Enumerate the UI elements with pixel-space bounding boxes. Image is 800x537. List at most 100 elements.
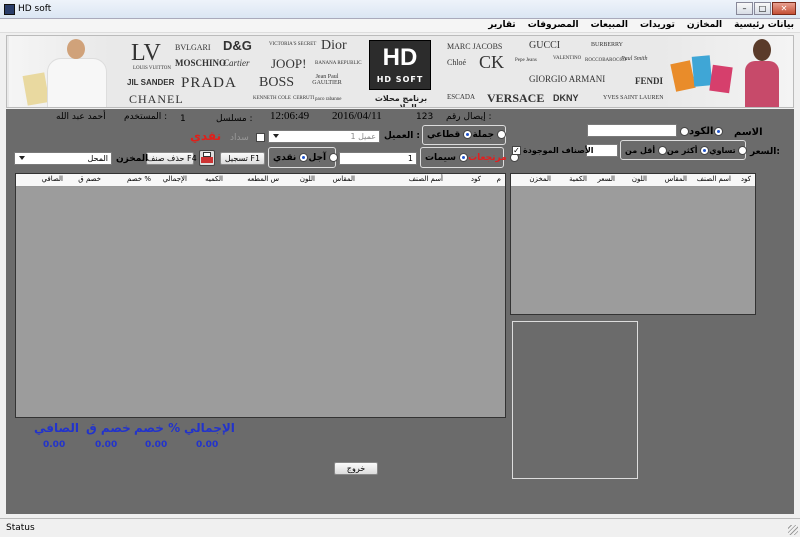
- quantity-input[interactable]: 1: [339, 152, 417, 165]
- chevron-down-icon: [19, 156, 25, 160]
- brand-pepe-jeans: Pepe Jeans: [515, 58, 537, 63]
- less-than-radio[interactable]: [657, 145, 667, 155]
- payment-cash[interactable]: نقدي: [273, 152, 309, 163]
- item-image-preview: [512, 321, 638, 479]
- menu-stores[interactable]: المخازن: [687, 20, 722, 30]
- payment-credit[interactable]: آجل: [308, 152, 339, 163]
- search-by-code-radio[interactable]: [714, 127, 723, 136]
- total-label: الإجمالي: [184, 421, 235, 435]
- hd-soft-logo: HD HD SOFT: [369, 40, 431, 90]
- col-total[interactable]: الإجمالي: [163, 175, 187, 183]
- price-compare-group: أقل من أكثر من تساوي: [620, 140, 748, 160]
- paid-label: سداد: [230, 133, 249, 143]
- search-results-table[interactable]: كود اسم الصنف المقاس اللون السعر الكمية …: [510, 173, 756, 315]
- col-discount-val[interactable]: خصم ق: [78, 175, 101, 183]
- store-combo[interactable]: المحل: [14, 152, 112, 165]
- col-number[interactable]: م: [497, 175, 501, 183]
- brand-bvlgari: BVLGARI: [175, 43, 211, 52]
- invoice-label: إيصال رقم :: [446, 112, 492, 122]
- window-title: HD soft: [18, 4, 52, 14]
- exit-button[interactable]: خروج: [334, 462, 378, 475]
- brand-fendi: FENDI: [635, 76, 664, 86]
- brand-escada: ESCADA: [447, 93, 476, 101]
- payment-group: نقدي آجل: [268, 147, 339, 168]
- search-results-header: كود اسم الصنف المقاس اللون السعر الكمية …: [511, 174, 755, 187]
- price-more-than[interactable]: أكثر من: [667, 145, 710, 155]
- net-value: 0.00: [43, 440, 66, 450]
- menu-reports[interactable]: تقارير: [488, 20, 515, 30]
- side-col-store[interactable]: المخزن: [529, 175, 551, 183]
- menu-sales[interactable]: المبيعات: [591, 20, 628, 30]
- side-col-price[interactable]: السعر: [597, 175, 615, 183]
- price-less-than[interactable]: أقل من: [625, 145, 667, 155]
- printer-icon[interactable]: [199, 150, 215, 166]
- register-button[interactable]: تسجيل F1: [220, 152, 265, 165]
- serial-number: 1: [180, 114, 186, 124]
- menu-supplies[interactable]: توريدات: [640, 20, 675, 30]
- minimize-button[interactable]: –: [736, 2, 753, 15]
- side-col-qty[interactable]: الكمية: [569, 175, 587, 183]
- category-group: سيمات مرتجعات: [420, 147, 519, 168]
- cash-indicator: نقدي: [190, 129, 222, 143]
- maximize-button[interactable]: □: [754, 2, 771, 15]
- brand-banana-republic: BANANA REPUBLIC: [315, 61, 362, 66]
- brand-jil-sander: JIL SANDER: [127, 78, 175, 87]
- col-price[interactable]: س المطعه: [247, 175, 279, 183]
- side-col-color[interactable]: اللون: [632, 175, 647, 183]
- side-col-code[interactable]: كود: [741, 175, 751, 183]
- date-display: 2016/04/11: [332, 110, 382, 122]
- close-button[interactable]: ✕: [772, 2, 796, 15]
- credit-radio[interactable]: [329, 152, 339, 162]
- total-value: 0.00: [196, 440, 219, 450]
- brand-kenneth-cole: KENNETH COLE: [253, 96, 291, 101]
- cash-radio[interactable]: [299, 152, 309, 162]
- shopper-woman-image: [663, 36, 793, 107]
- col-net[interactable]: الصافي: [42, 175, 63, 183]
- sale-type-wholesale[interactable]: جملة: [472, 130, 507, 140]
- brand-dkny: DKNY: [553, 93, 579, 103]
- store-label: المخزن: [116, 154, 149, 164]
- shopper-man-image: [9, 36, 109, 107]
- menu-expenses[interactable]: المصروفات: [528, 20, 579, 30]
- delete-item-button[interactable]: حذف صنف F4: [146, 152, 197, 165]
- search-by-name-radio[interactable]: [680, 127, 689, 136]
- more-than-radio[interactable]: [700, 145, 710, 155]
- menu-bar: بيانات رئيسية المخازن توريدات المبيعات ا…: [0, 19, 800, 33]
- col-qty[interactable]: الكميه: [205, 175, 223, 183]
- work-area: إيصال رقم : 123 2016/04/11 12:06:49 مسلس…: [6, 109, 794, 514]
- search-input[interactable]: [587, 124, 677, 137]
- col-item-name[interactable]: أسم الصنف: [409, 175, 443, 183]
- retail-radio[interactable]: [463, 130, 473, 139]
- paid-checkbox[interactable]: [256, 133, 265, 142]
- side-col-size[interactable]: المقاس: [665, 175, 687, 183]
- brand-marc-jacobs: MARC JACOBS: [447, 42, 503, 51]
- brand-cerruti: CERRUTI: [293, 96, 315, 101]
- status-text: Status: [6, 523, 35, 533]
- brand-louis-vuitton: LOUIS VUITTON: [133, 66, 172, 71]
- side-col-name[interactable]: اسم الصنف: [697, 175, 731, 183]
- category-seasonal[interactable]: سيمات: [425, 152, 469, 163]
- menu-main-data[interactable]: بيانات رئيسية: [734, 20, 794, 30]
- brand-banner: LV LOUIS VUITTON BVLGARI D&G VICTORIA'S …: [6, 35, 794, 108]
- wholesale-radio[interactable]: [497, 130, 507, 139]
- col-discount-pct[interactable]: خصم %: [127, 175, 151, 183]
- col-code[interactable]: كود: [471, 175, 481, 183]
- available-items-label: الأصناف الموجودة: [523, 146, 594, 155]
- price-equal[interactable]: تساوي: [709, 145, 748, 155]
- sale-type-group: قطاعي جملة: [422, 125, 507, 145]
- seasonal-radio[interactable]: [459, 152, 469, 162]
- brand-ck: CK: [479, 52, 505, 72]
- window-controls: – □ ✕: [736, 2, 796, 15]
- equal-radio[interactable]: [738, 145, 748, 155]
- code-label: الكود: [689, 126, 714, 137]
- resize-grip[interactable]: [788, 525, 798, 535]
- sale-type-retail[interactable]: قطاعي: [427, 130, 473, 140]
- brand-ysl: YVES SAINT LAURENT: [603, 95, 668, 101]
- brand-boss: BOSS: [259, 75, 295, 90]
- items-table[interactable]: م كود أسم الصنف المقاس اللون س المطعه ال…: [15, 173, 506, 418]
- available-items-checkbox[interactable]: ✓: [512, 146, 521, 155]
- price-label: السعر:: [750, 147, 780, 157]
- col-size[interactable]: المقاس: [333, 175, 355, 183]
- col-color[interactable]: اللون: [300, 175, 315, 183]
- customer-combo[interactable]: عميل 1: [268, 130, 380, 143]
